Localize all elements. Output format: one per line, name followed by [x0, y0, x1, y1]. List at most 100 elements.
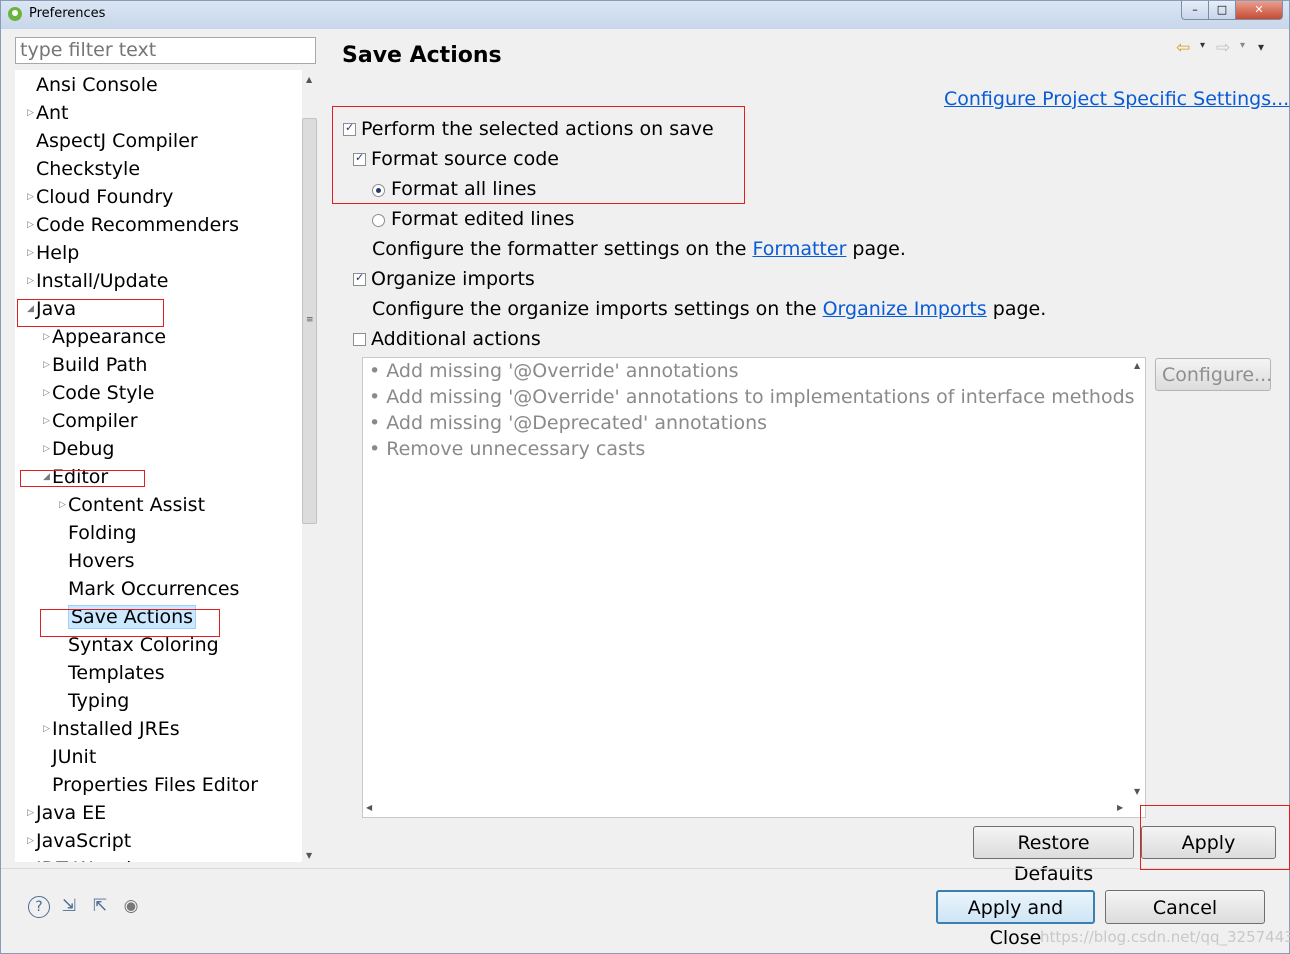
export-icon[interactable]: ⇱ [90, 896, 110, 916]
tree-item[interactable]: Hovers [64, 548, 135, 574]
import-icon[interactable]: ⇲ [59, 896, 79, 916]
expand-arrow-icon[interactable]: ▷ [27, 856, 34, 862]
organize-imports-link[interactable]: Organize Imports [823, 298, 987, 320]
collapse-arrow-icon[interactable]: ◢ [43, 464, 50, 490]
organize-imports-checkbox[interactable] [353, 271, 366, 286]
perform-on-save-checkbox[interactable] [343, 121, 356, 136]
apply-and-close-button[interactable]: Apply and Close [936, 890, 1095, 949]
format-edited-radio[interactable] [372, 214, 385, 227]
list-item: • Add missing '@Override' annotations to… [369, 386, 1135, 408]
tree-item-label: Appearance [52, 326, 167, 348]
tree-item[interactable]: ▷JDT Weaving [32, 856, 156, 862]
expand-arrow-icon[interactable]: ▷ [27, 100, 34, 126]
maximize-button[interactable]: □ [1208, 1, 1236, 20]
tree-scrollbar-thumb[interactable]: ≡ [302, 118, 317, 524]
scroll-up-arrow-icon[interactable]: ▲ [306, 75, 312, 84]
additional-actions-label: Additional actions [371, 328, 541, 350]
tree-item-label: Ant [36, 102, 69, 124]
expand-arrow-icon[interactable]: ▷ [43, 324, 50, 350]
organize-hint: Configure the organize imports settings … [372, 298, 1046, 320]
tree-item[interactable]: ▷ Content Assist [59, 492, 205, 518]
tree-item[interactable]: ▷ Ant [27, 100, 69, 126]
format-source-label: Format source code [371, 148, 559, 170]
view-menu-icon[interactable]: ▾ [1258, 40, 1264, 54]
expand-arrow-icon[interactable]: ▷ [43, 716, 50, 742]
tree-item[interactable]: ▷ Install/Update [27, 268, 169, 294]
expand-arrow-icon[interactable]: ▷ [59, 492, 66, 518]
tree-item[interactable]: AspectJ Compiler [32, 128, 198, 154]
expand-arrow-icon[interactable]: ▷ [27, 184, 34, 210]
expand-arrow-icon[interactable]: ▷ [43, 436, 50, 462]
tree-item-label: Installed JREs [52, 718, 180, 740]
tree-item[interactable]: ▷ Compiler [43, 408, 138, 434]
minimize-button[interactable]: – [1181, 1, 1209, 20]
additional-actions-checkbox[interactable] [353, 333, 366, 346]
list-horizontal-scrollbar[interactable]: ◀ ▶ [363, 800, 1131, 817]
format-all-label: Format all lines [391, 178, 537, 200]
tree-item-label-selected: Save Actions [68, 605, 197, 629]
apply-button[interactable]: Apply [1141, 826, 1276, 859]
tree-item[interactable]: ▷ Debug [43, 436, 114, 462]
tree-item-label: Install/Update [36, 270, 169, 292]
expand-arrow-icon[interactable]: ▷ [27, 800, 34, 826]
preference-tree: Ansi Console ▷ Ant AspectJ Compiler Checksty… [15, 70, 302, 862]
tree-item[interactable]: Templates [64, 660, 165, 686]
tree-item-label: Hovers [68, 550, 135, 572]
tree-item[interactable]: ▷ JavaScript [27, 828, 131, 854]
tree-item[interactable]: Checkstyle [32, 156, 140, 182]
tree-item[interactable]: Folding [64, 520, 137, 546]
tree-item[interactable]: ▷ Code Recommenders [27, 212, 239, 238]
tree-item[interactable]: Ansi Console [32, 72, 158, 98]
forward-arrow-icon[interactable]: ⇨ [1216, 38, 1230, 58]
back-arrow-icon[interactable]: ⇦ [1176, 38, 1190, 58]
additional-actions-list[interactable]: • Add missing '@Override' annotations • … [362, 357, 1146, 818]
expand-arrow-icon[interactable]: ▷ [43, 380, 50, 406]
expand-arrow-icon[interactable]: ▷ [27, 240, 34, 266]
configure-button[interactable]: Configure... [1155, 358, 1272, 391]
restore-defaults-button[interactable]: Restore Defaults [973, 826, 1134, 885]
tree-item[interactable]: Typing [64, 688, 129, 714]
tree-item[interactable]: ▷ Cloud Foundry [27, 184, 173, 210]
expand-arrow-icon[interactable]: ▷ [27, 212, 34, 238]
expand-arrow-icon[interactable]: ▷ [27, 828, 34, 854]
cancel-button[interactable]: Cancel [1105, 890, 1265, 924]
close-button[interactable]: ✕ [1235, 1, 1283, 20]
tree-item[interactable]: ◢ Java [27, 296, 76, 322]
expand-arrow-icon[interactable]: ▷ [43, 352, 50, 378]
tree-item-label: Code Style [52, 382, 155, 404]
configure-project-settings-link[interactable]: Configure Project Specific Settings... [944, 88, 1289, 110]
tree-item-label: AspectJ Compiler [36, 130, 198, 152]
format-all-radio[interactable] [372, 184, 385, 197]
tree-item[interactable]: ◢ Editor [43, 464, 108, 490]
tree-item[interactable]: Save Actions [64, 604, 197, 630]
formatter-link[interactable]: Formatter [752, 238, 846, 260]
tree-item[interactable]: JUnit [48, 744, 96, 770]
footer-separator [1, 868, 1289, 869]
watermark: https://blog.csdn.net/qq_32574435 [1040, 928, 1290, 946]
help-icon[interactable]: ? [28, 896, 50, 918]
list-item: • Add missing '@Override' annotations [369, 360, 739, 382]
forward-dropdown-icon[interactable]: ▾ [1240, 40, 1245, 51]
expand-arrow-icon[interactable]: ▷ [27, 268, 34, 294]
back-dropdown-icon[interactable]: ▾ [1200, 40, 1205, 51]
tree-item[interactable]: ▷ Installed JREs [43, 716, 180, 742]
tree-item[interactable]: ▷ Java EE [27, 800, 106, 826]
tree-item[interactable]: ▷ Help [27, 240, 79, 266]
tree-item[interactable]: ▷ Build Path [43, 352, 147, 378]
tree-item[interactable]: Properties Files Editor [48, 772, 258, 798]
window-title: Preferences [29, 6, 106, 21]
tree-item-label: Syntax Coloring [68, 634, 219, 656]
tree-item[interactable]: Mark Occurrences [64, 576, 239, 602]
collapse-arrow-icon[interactable]: ◢ [27, 296, 34, 322]
scroll-down-arrow-icon[interactable]: ▼ [306, 851, 312, 860]
expand-arrow-icon[interactable]: ▷ [43, 408, 50, 434]
tree-item[interactable]: ▷ Appearance [43, 324, 167, 350]
record-icon[interactable]: ◉ [121, 896, 141, 916]
filter-input[interactable] [15, 37, 316, 64]
format-edited-label: Format edited lines [391, 208, 575, 230]
formatter-hint: Configure the formatter settings on the … [372, 238, 906, 260]
list-vertical-scrollbar[interactable]: ▲ ▼ [1131, 358, 1145, 800]
format-source-checkbox[interactable] [353, 151, 366, 166]
tree-item[interactable]: ▷ Code Style [43, 380, 155, 406]
tree-item[interactable]: Syntax Coloring [64, 632, 219, 658]
